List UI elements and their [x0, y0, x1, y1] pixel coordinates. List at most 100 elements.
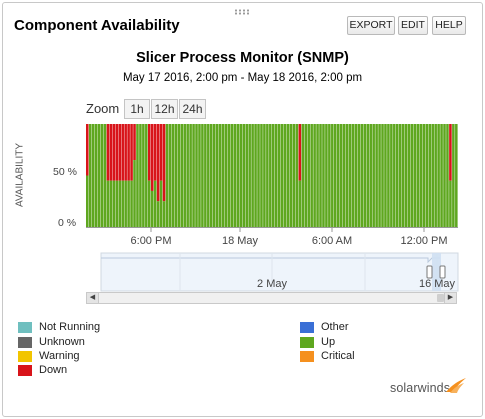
down-bar — [86, 124, 89, 176]
up-bar — [419, 124, 423, 227]
up-bar — [186, 124, 189, 227]
down-bar — [150, 124, 154, 191]
legend-swatch — [18, 365, 32, 376]
up-bar — [301, 124, 305, 227]
up-bar — [124, 180, 127, 227]
up-bar — [201, 124, 204, 227]
up-bar — [177, 124, 181, 227]
up-bar — [236, 124, 240, 227]
up-bar — [310, 124, 313, 227]
up-bar — [443, 124, 446, 227]
up-bar — [174, 124, 178, 227]
up-bar — [398, 124, 402, 227]
up-bar — [109, 180, 113, 227]
up-bar — [381, 124, 384, 227]
up-bar — [354, 124, 358, 227]
down-bar — [118, 124, 122, 181]
up-bar — [86, 175, 89, 227]
up-bar — [375, 124, 378, 227]
up-bar — [248, 124, 251, 227]
up-bar — [277, 124, 281, 227]
up-bar — [390, 124, 393, 227]
up-bar — [313, 124, 316, 227]
down-bar — [112, 124, 116, 181]
up-bar — [224, 124, 228, 227]
up-bar — [336, 124, 340, 227]
up-bar — [100, 124, 104, 227]
up-bar — [410, 124, 414, 227]
up-bar — [195, 124, 198, 227]
up-bar — [404, 124, 408, 227]
up-bar — [263, 124, 266, 227]
down-bar — [298, 124, 302, 181]
navigator-tick-label: 16 May — [418, 278, 456, 290]
up-bar — [245, 124, 248, 227]
legend-label: Warning — [39, 350, 80, 362]
up-bar — [452, 124, 455, 227]
down-bar — [159, 124, 163, 181]
down-bar — [127, 124, 130, 181]
up-bar — [422, 124, 426, 227]
up-bar — [342, 124, 346, 227]
up-bar — [407, 124, 411, 227]
up-bar — [339, 124, 343, 227]
up-bar — [280, 124, 284, 227]
up-bar — [183, 124, 186, 227]
up-bar — [307, 124, 310, 227]
up-bar — [286, 124, 290, 227]
up-bar — [221, 124, 225, 227]
legend-label: Critical — [321, 350, 355, 362]
navigator-scrollbar[interactable]: ◀ ▶ — [86, 292, 457, 304]
up-bar — [91, 124, 95, 227]
up-bar — [292, 124, 296, 227]
up-bar — [145, 124, 148, 227]
up-bar — [298, 180, 302, 227]
up-bar — [304, 124, 308, 227]
up-bar — [363, 124, 367, 227]
down-bar — [121, 124, 124, 181]
up-bar — [257, 124, 260, 227]
up-bar — [351, 124, 355, 227]
up-bar — [242, 124, 246, 227]
up-bar — [171, 124, 175, 227]
down-bar — [153, 124, 157, 181]
up-bar — [127, 180, 130, 227]
up-bar — [372, 124, 375, 227]
up-bar — [230, 124, 234, 227]
up-bar — [121, 180, 124, 227]
up-bar — [331, 124, 334, 227]
up-bar — [227, 124, 231, 227]
scrollbar-thumb[interactable] — [437, 294, 444, 302]
navigator-tick-label: 2 May — [257, 278, 287, 290]
up-bar — [260, 124, 263, 227]
up-bar — [165, 124, 169, 227]
up-bar — [272, 124, 275, 227]
up-bar — [118, 180, 122, 227]
legend-label: Down — [39, 364, 68, 376]
legend-label: Up — [321, 336, 336, 348]
legend-label: Unknown — [39, 336, 85, 348]
up-bar — [316, 124, 319, 227]
up-bar — [328, 124, 331, 227]
down-bar — [115, 124, 119, 181]
up-bar — [88, 124, 92, 227]
x-tick-label: 6:00 PM — [130, 235, 172, 247]
scroll-right-icon[interactable]: ▶ — [444, 293, 456, 303]
up-bar — [428, 124, 432, 227]
up-bar — [136, 124, 139, 227]
up-bar — [416, 124, 420, 227]
up-bar — [210, 124, 213, 227]
scroll-left-icon[interactable]: ◀ — [87, 293, 99, 303]
up-bar — [384, 124, 387, 227]
down-bar — [130, 124, 133, 181]
navigator-handle-right — [439, 265, 446, 279]
up-bar — [449, 180, 452, 227]
up-bar — [357, 124, 361, 227]
up-bar — [348, 124, 352, 227]
up-bar — [139, 124, 142, 227]
up-bar — [106, 180, 110, 227]
up-bar — [97, 124, 101, 227]
down-bar — [124, 124, 127, 181]
up-bar — [378, 124, 381, 227]
up-bar — [142, 124, 145, 227]
